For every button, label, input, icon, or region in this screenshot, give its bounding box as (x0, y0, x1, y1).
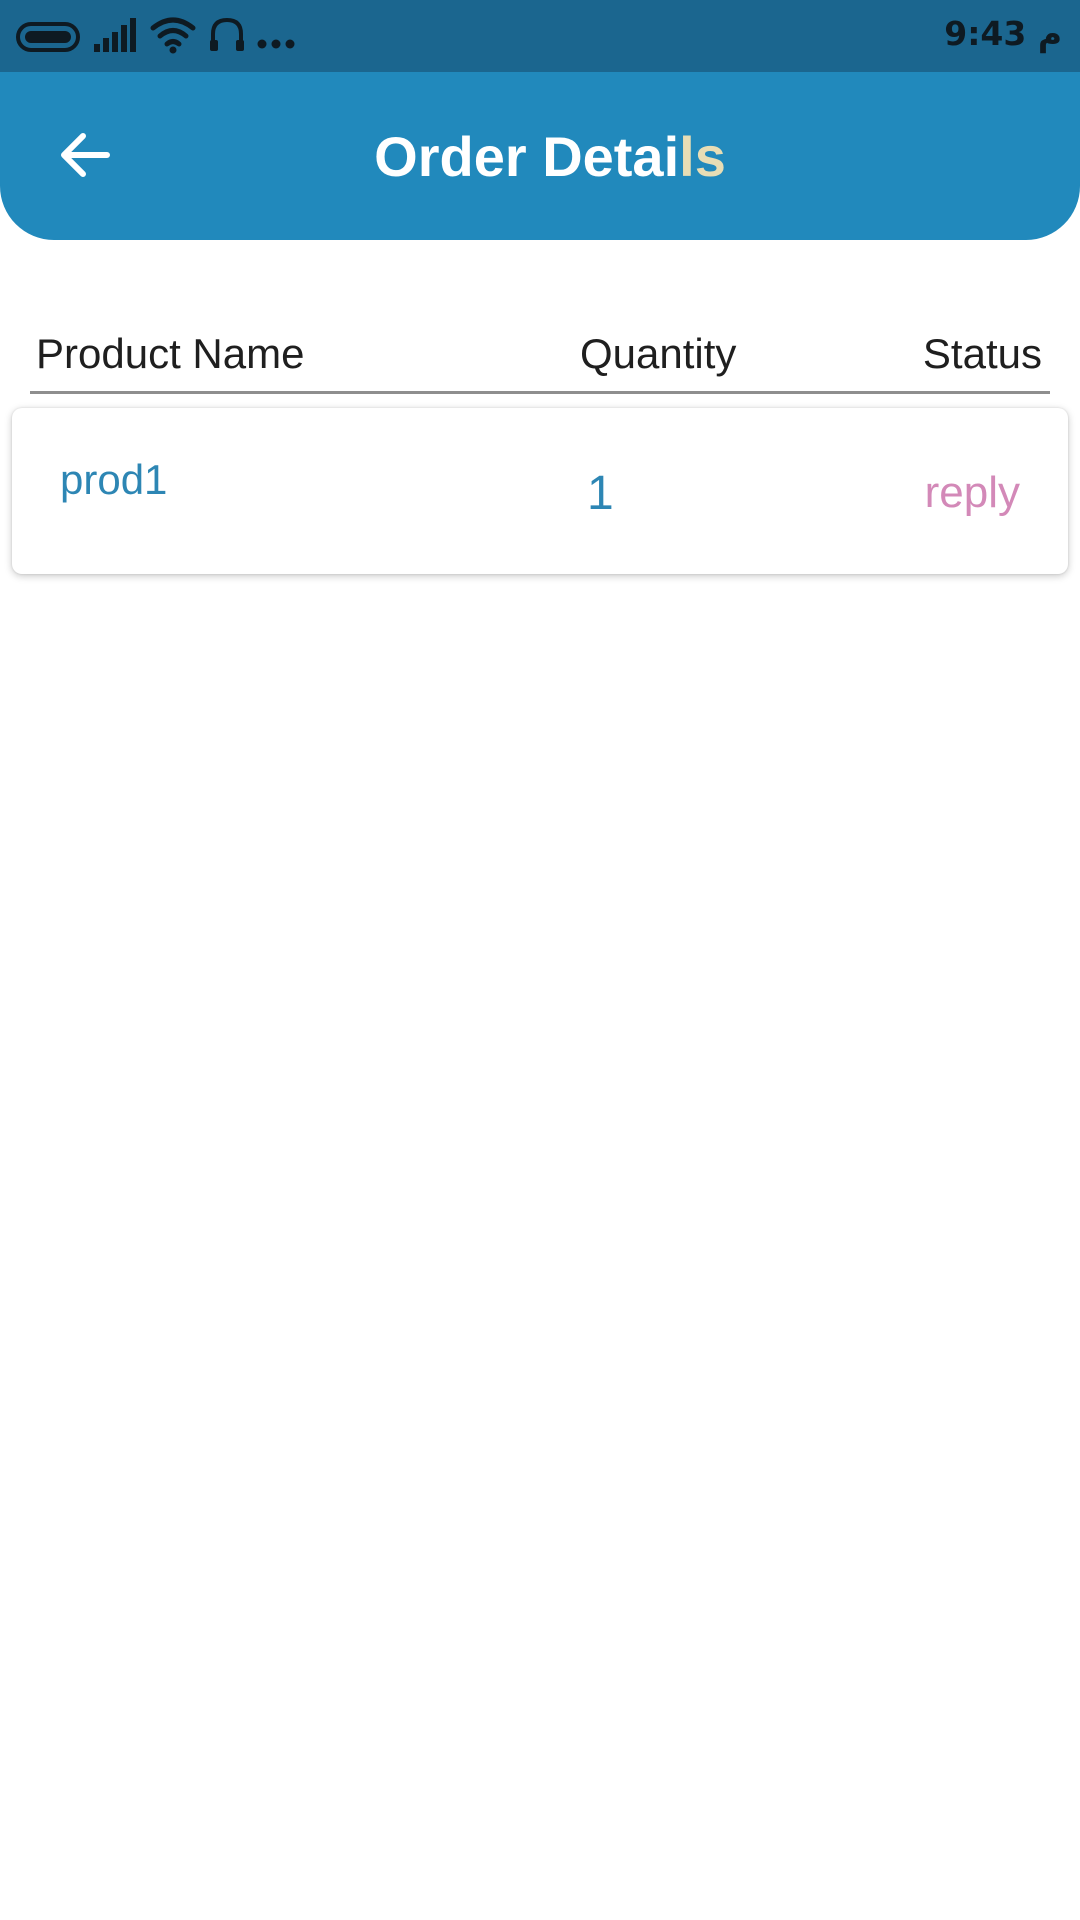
column-header-quantity: Quantity (580, 330, 737, 377)
status-reply-link[interactable]: reply (925, 468, 1020, 518)
signal-icon (94, 18, 136, 52)
page-title-accent: ls (679, 125, 726, 188)
wifi-icon (150, 17, 196, 54)
more-icon (257, 39, 295, 49)
status-bar: 9:43 م (0, 0, 1080, 72)
page-title-main: Order Detai (374, 125, 680, 188)
headset-icon (210, 17, 244, 51)
battery-icon (16, 22, 80, 52)
app-bar: Order Details (0, 72, 1080, 240)
product-name-cell: prod1 (60, 456, 168, 503)
page-title: Order Details (0, 124, 1080, 189)
status-time: 9:43 م (944, 14, 1062, 53)
order-details-screen: 9:43 م Order Details Product Name Quanti… (0, 0, 1080, 1920)
table-header: Product Name Quantity Status (30, 318, 1050, 394)
order-row[interactable]: prod1 1 reply (12, 408, 1068, 574)
quantity-cell: 1 (587, 467, 614, 520)
column-header-product-name: Product Name (36, 330, 305, 377)
column-header-status: Status (922, 330, 1042, 377)
